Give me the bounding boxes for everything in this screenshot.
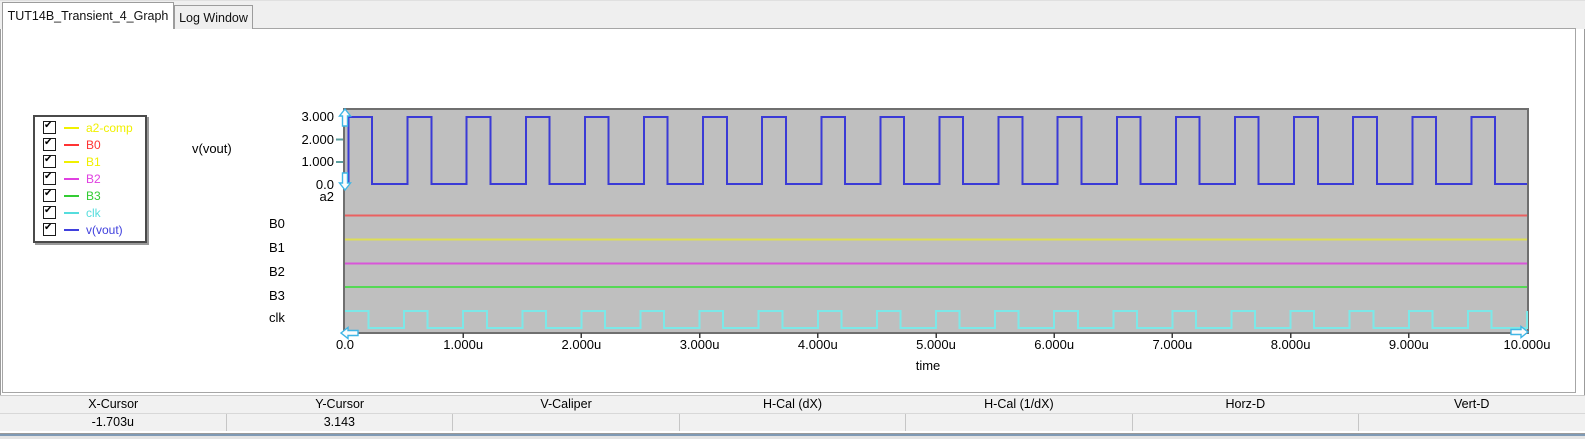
status-column-header: Vert-D: [1454, 397, 1490, 411]
legend-item[interactable]: ✔ B2: [35, 170, 145, 187]
window-bottom-edge: [0, 431, 1585, 439]
legend-item[interactable]: ✔ v(vout): [35, 221, 145, 238]
legend-box: ✔ a2-comp ✔ B0 ✔ B1 ✔ B2 ✔ B3 ✔ clk ✔ v(vout): [33, 115, 147, 243]
tab-bar: TUT14B_Transient_4_Graph Log Window: [0, 0, 1585, 29]
plot-area[interactable]: [343, 108, 1529, 334]
status-column-header: H-Cal (dX): [762, 397, 822, 411]
legend-item-label: a2-comp: [86, 120, 133, 135]
status-column-header: H-Cal (1/dX): [984, 397, 1054, 411]
legend-item-label: B2: [86, 171, 101, 186]
status-column-value: [1131, 414, 1359, 432]
status-column-header: Y-Cursor: [315, 397, 365, 411]
x-tick-label: 5.000u: [916, 337, 956, 352]
tab-label: Log Window: [179, 10, 248, 25]
status-column-value: [678, 414, 906, 432]
legend-item-label: B3: [86, 188, 101, 203]
y-axis-title: v(vout): [192, 141, 232, 156]
status-column-value: [452, 414, 679, 432]
lane-label: clk: [269, 310, 285, 325]
cursor-status-headers: X-Cursor Y-Cursor V-Caliper H-Cal (dX) H-Cal…: [0, 395, 1585, 414]
status-column-value: 3.143: [225, 414, 453, 432]
legend-item-label: clk: [86, 205, 101, 220]
legend-item[interactable]: ✔ B1: [35, 153, 145, 170]
legend-line-sample-icon: [64, 211, 79, 214]
legend-item[interactable]: ✔ B3: [35, 187, 145, 204]
legend-item-label: B0: [86, 137, 101, 152]
x-tick-label: 1.000u: [443, 337, 484, 352]
lane-label: a2: [319, 189, 334, 204]
lane-label: B1: [269, 240, 285, 255]
legend-checkbox[interactable]: ✔: [43, 120, 56, 134]
cursor-status-values: -1.703u 3.143: [0, 413, 1585, 432]
x-tick-label: 9.000u: [1388, 337, 1429, 352]
legend-line-sample-icon: [64, 160, 79, 163]
x-axis-title: time: [915, 358, 941, 373]
tab-label: TUT14B_Transient_4_Graph: [7, 9, 169, 23]
x-tick-label: 4.000u: [797, 337, 838, 352]
lane-label: B2: [269, 264, 285, 279]
legend-item-label: v(vout): [86, 222, 123, 237]
legend-line-sample-icon: [64, 143, 79, 146]
legend-checkbox[interactable]: ✔: [43, 154, 56, 168]
x-tick-label: 2.000u: [561, 337, 602, 352]
legend-line-sample-icon: [64, 126, 79, 129]
status-column-header: V-Caliper: [540, 397, 592, 411]
legend-checkbox[interactable]: ✔: [43, 205, 56, 219]
x-tick-label: 6.000u: [1034, 337, 1075, 352]
tab-transient-graph[interactable]: TUT14B_Transient_4_Graph: [2, 2, 174, 29]
legend-line-sample-icon: [64, 194, 79, 197]
legend-item[interactable]: ✔ clk: [35, 204, 145, 221]
lane-label: B3: [269, 288, 285, 303]
status-column-value: [905, 414, 1132, 432]
status-column-header: X-Cursor: [88, 397, 139, 411]
legend-item[interactable]: ✔ a2-comp: [35, 119, 145, 136]
legend-checkbox[interactable]: ✔: [43, 188, 56, 202]
tab-log-window[interactable]: Log Window: [174, 5, 253, 29]
legend-item-label: B1: [86, 154, 101, 169]
legend-checkbox[interactable]: ✔: [43, 222, 56, 236]
x-tick-label: 0.0: [335, 337, 355, 352]
y-tick-label: 3.000: [301, 108, 334, 124]
lane-label: B0: [269, 216, 285, 231]
legend-line-sample-icon: [64, 177, 79, 180]
status-column-value: -1.703u: [91, 415, 134, 429]
legend-item[interactable]: ✔ B0: [35, 136, 145, 153]
status-column-value: [1358, 414, 1585, 432]
x-tick-label: 10.000u: [1503, 337, 1551, 352]
legend-checkbox[interactable]: ✔: [43, 171, 56, 185]
legend-checkbox[interactable]: ✔: [43, 137, 56, 151]
legend-line-sample-icon: [64, 228, 79, 231]
x-tick-label: 8.000u: [1270, 337, 1311, 352]
waveform-viewer-window: TUT14B_Transient_4_Graph Log Window v(vo…: [0, 0, 1585, 439]
status-column-header: Horz-D: [1225, 397, 1266, 411]
y-tick-label: 2.000: [301, 131, 334, 147]
x-tick-label: 7.000u: [1152, 337, 1193, 352]
y-tick-label: 1.000: [301, 154, 334, 170]
x-tick-label: 3.000u: [679, 337, 720, 352]
